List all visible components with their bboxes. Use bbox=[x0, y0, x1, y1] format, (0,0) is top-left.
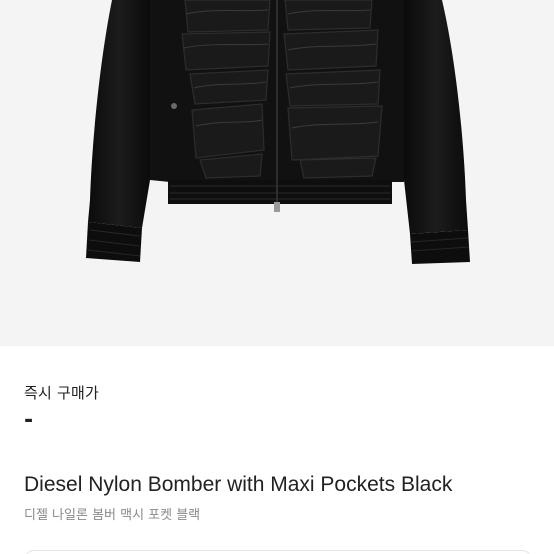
product-title-english: Diesel Nylon Bomber with Maxi Pockets Bl… bbox=[24, 473, 453, 496]
product-info-section: 즉시 구매가 - Diesel Nylon Bomber with Maxi P… bbox=[0, 346, 554, 554]
instant-buy-price-value: - bbox=[24, 408, 34, 433]
pockets-left bbox=[181, 0, 271, 179]
instant-buy-price-label: 즉시 구매가 bbox=[24, 384, 99, 402]
right-cuff bbox=[410, 230, 470, 264]
right-sleeve bbox=[404, 0, 468, 234]
hem-band bbox=[168, 180, 392, 204]
product-title-korean: 디젤 나일론 봄버 맥시 포켓 블랙 bbox=[24, 508, 201, 523]
left-cuff bbox=[86, 222, 142, 262]
product-detail-page: 즉시 구매가 - Diesel Nylon Bomber with Maxi P… bbox=[0, 0, 554, 554]
left-sleeve bbox=[88, 0, 150, 228]
jacket-illustration bbox=[86, 0, 470, 264]
size-select-box[interactable] bbox=[24, 550, 532, 554]
pockets-right bbox=[283, 0, 383, 179]
product-image[interactable] bbox=[0, 0, 554, 346]
